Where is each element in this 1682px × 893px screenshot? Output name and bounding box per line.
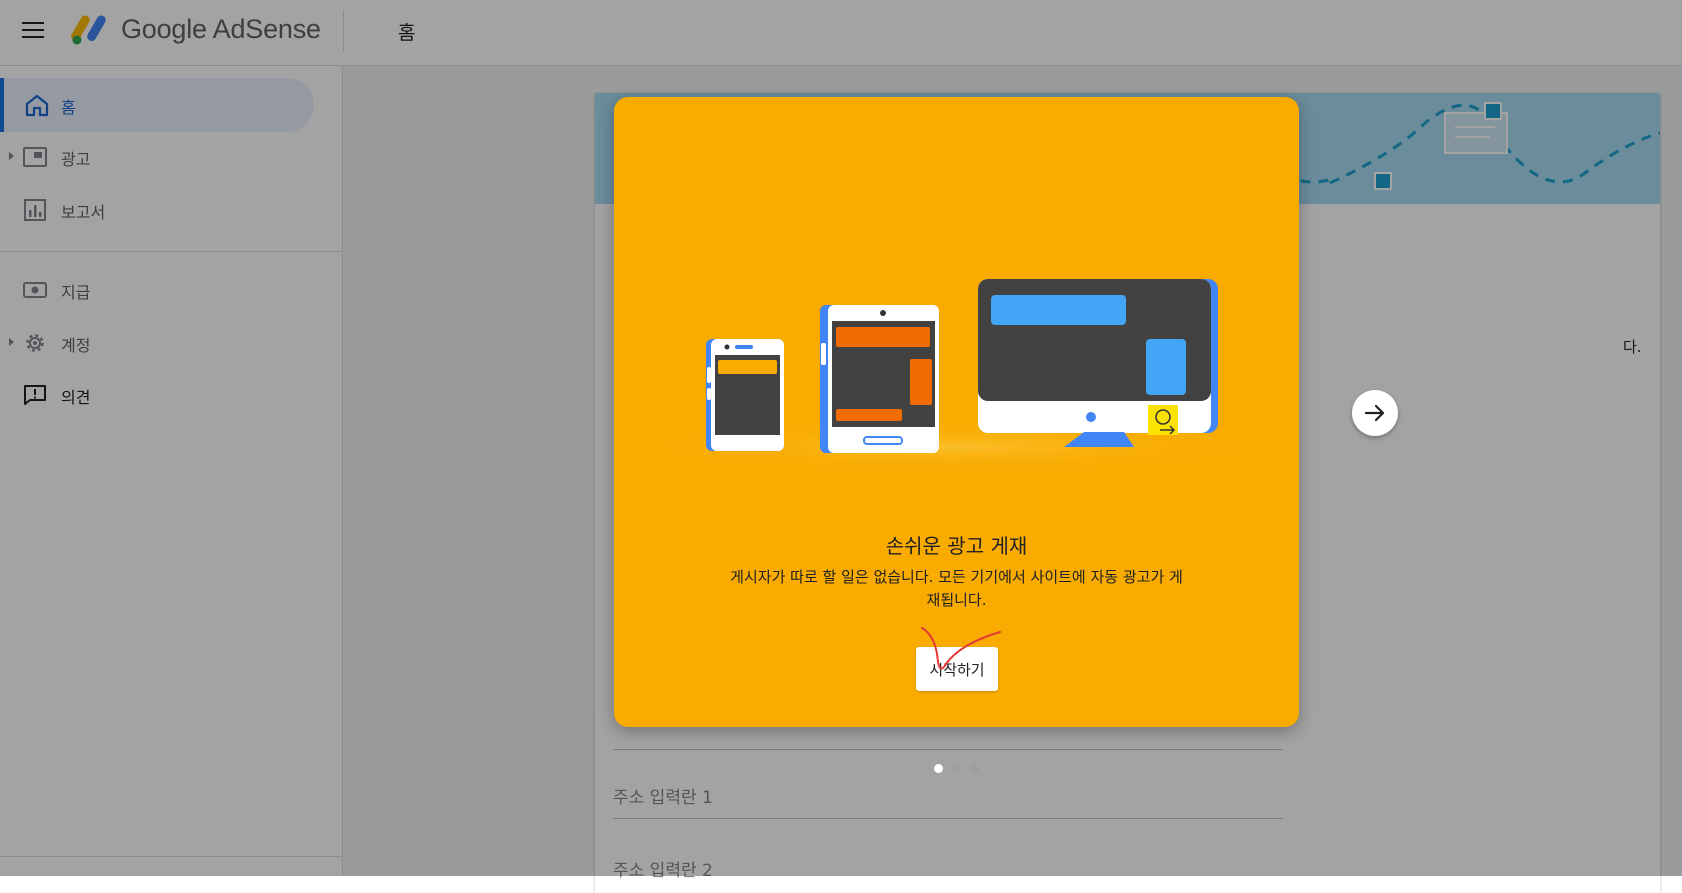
pager-dot[interactable] [952,764,961,773]
red-checkmark-annotation [921,627,1001,670]
dialog-title: 손쉬운 광고 게재 [885,534,1028,558]
carousel-pager [934,764,994,774]
dialog-description: 게시자가 따로 할 일은 없습니다. 모든 기기에서 사이트에 자동 광고가 게… [730,568,1183,609]
pager-dot-active[interactable] [934,764,943,773]
next-slide-button[interactable] [1352,390,1398,436]
arrow-right-icon [1364,404,1385,422]
pager-dot[interactable] [970,764,979,773]
devices-illustration [624,279,1284,473]
